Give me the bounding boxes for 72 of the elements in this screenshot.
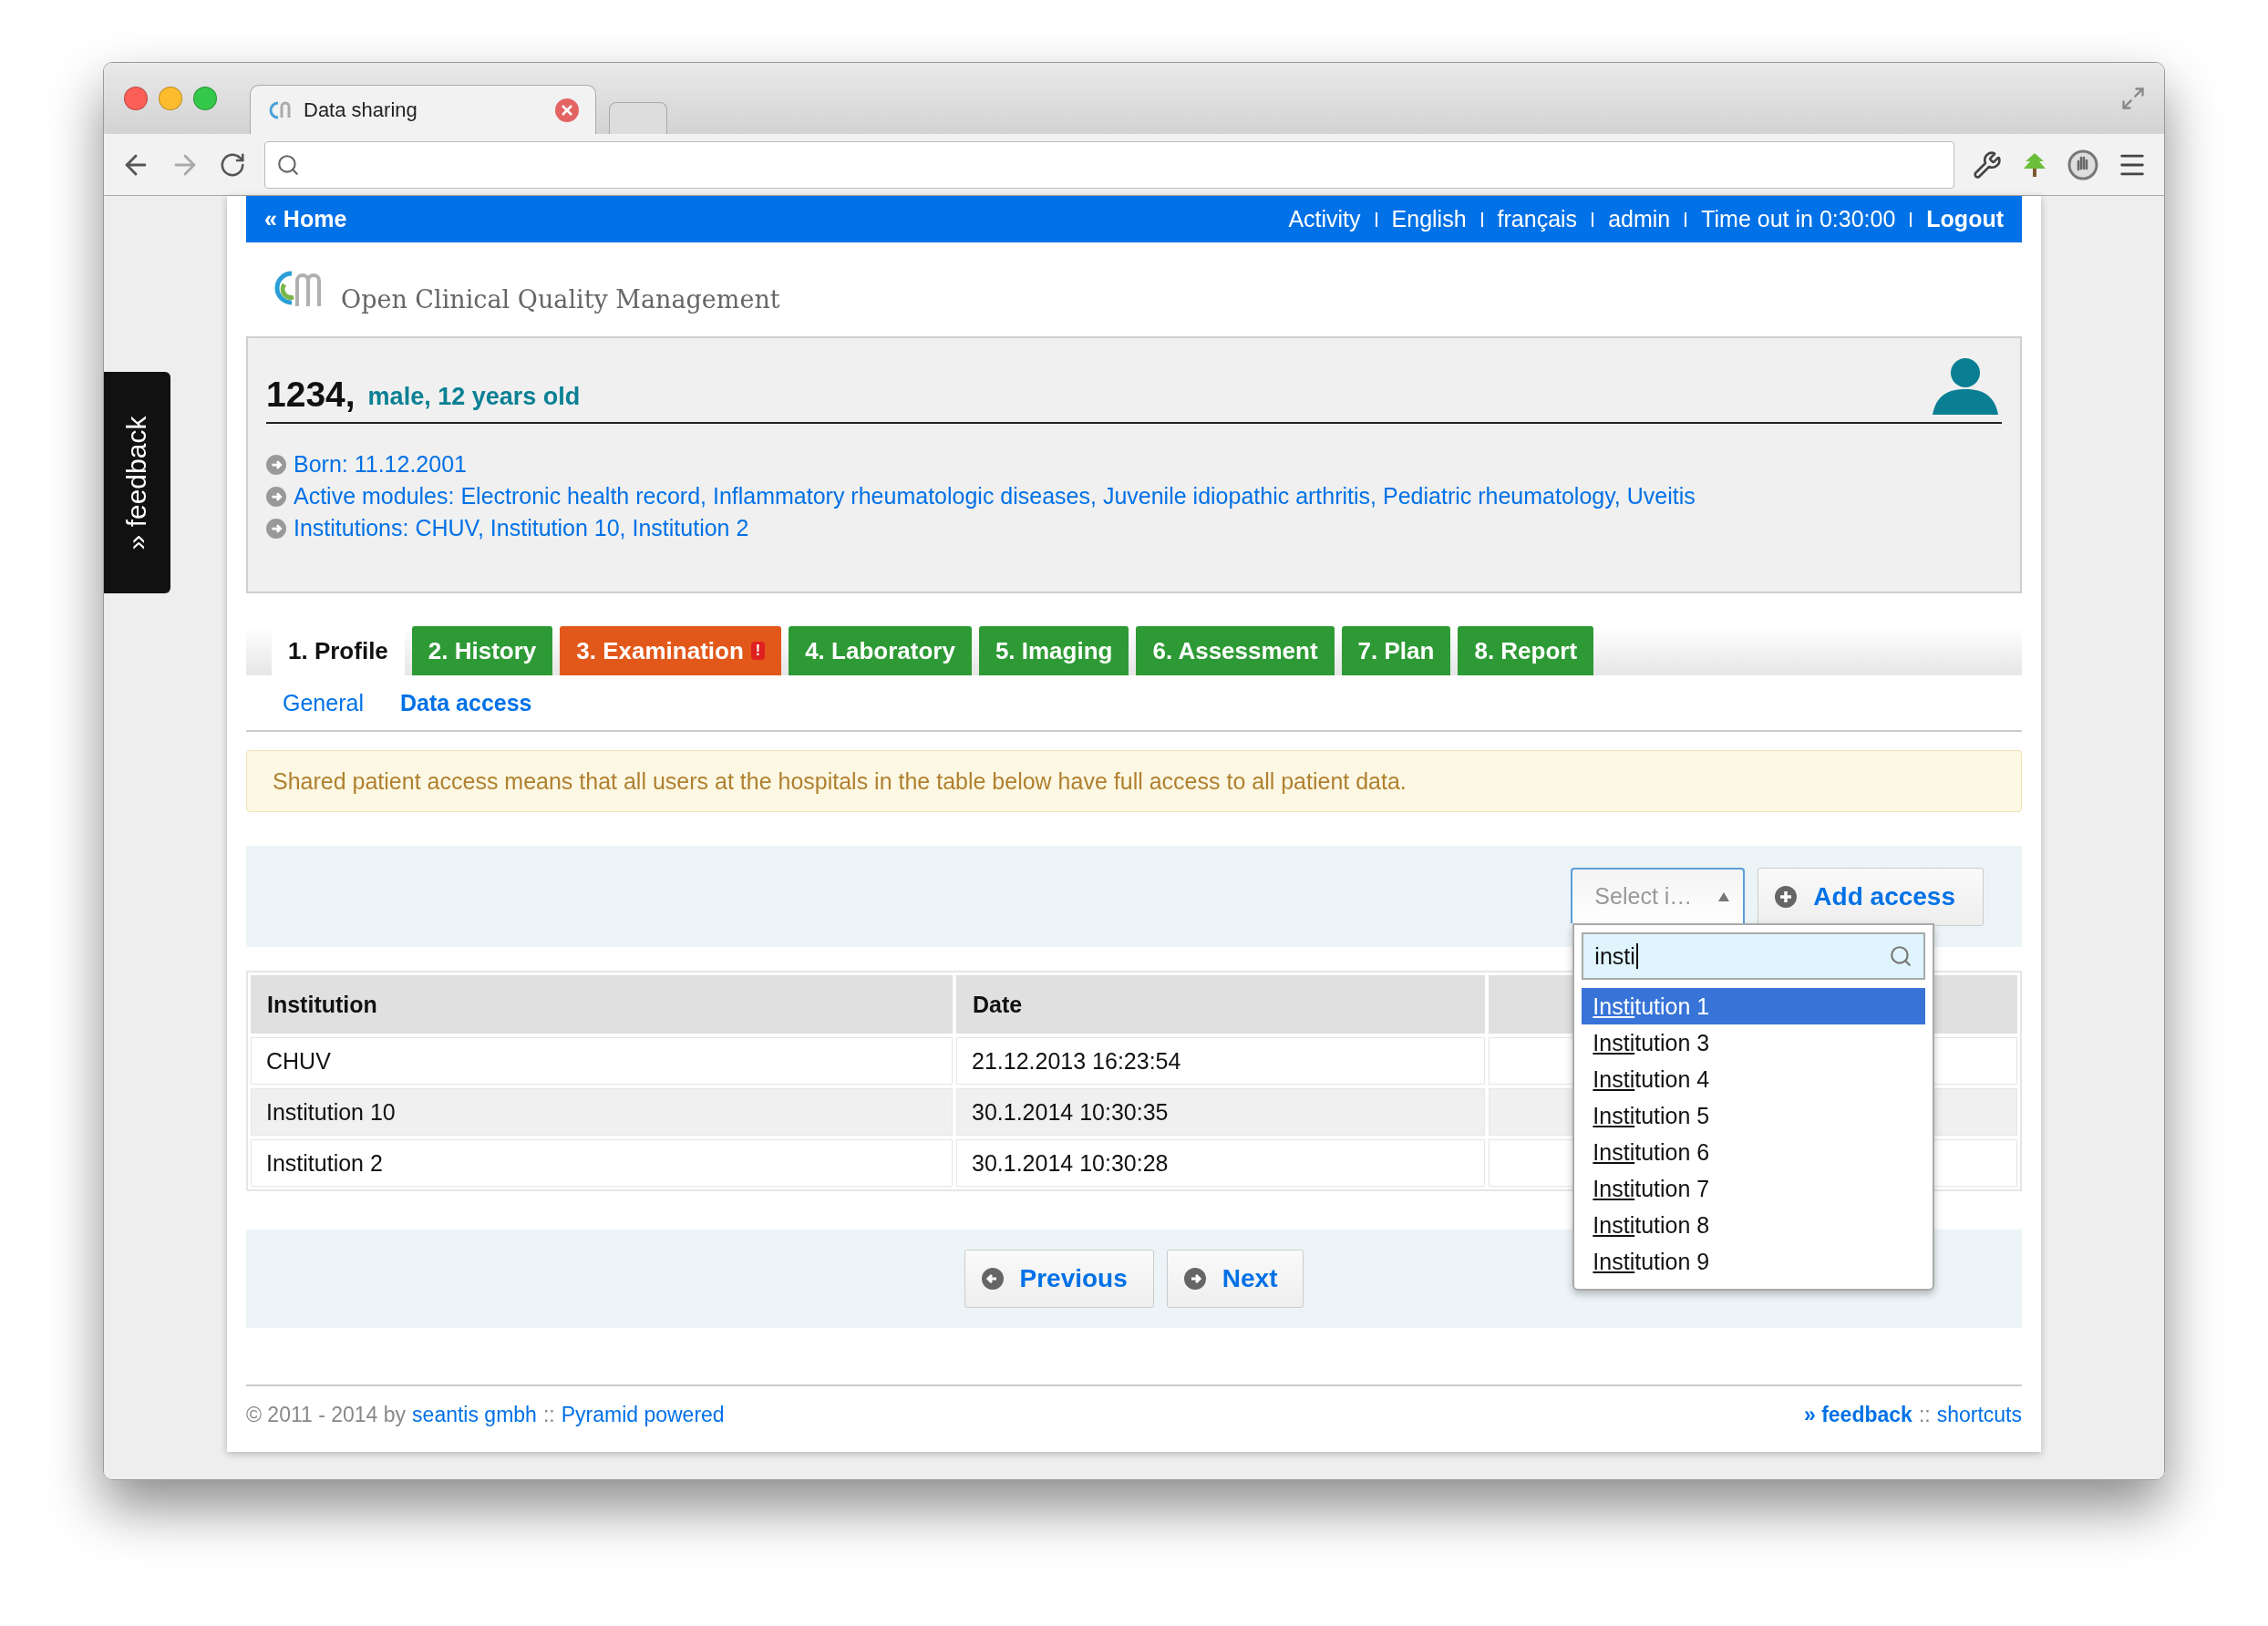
arrow-bullet-icon bbox=[266, 454, 286, 475]
add-access-button[interactable]: Add access bbox=[1758, 868, 1984, 926]
nav-link[interactable]: admin bbox=[1608, 206, 1671, 232]
address-bar[interactable] bbox=[264, 140, 1954, 189]
section-tab[interactable]: 2. History bbox=[411, 626, 553, 675]
fullscreen-icon[interactable] bbox=[2120, 86, 2146, 111]
nav-link[interactable]: English bbox=[1391, 206, 1467, 232]
info-notice: Shared patient access means that all users at the hospitals in the table below have full access to all patient data. bbox=[246, 750, 2022, 812]
column-header: Institution bbox=[251, 975, 953, 1034]
footer-text: © 2011 - 2014 by bbox=[246, 1403, 407, 1427]
institution-select[interactable]: Select i… bbox=[1571, 868, 1746, 923]
feedback-tab[interactable]: » feedback bbox=[104, 372, 170, 593]
table-cell: Institution 10 bbox=[251, 1088, 953, 1136]
footer-link[interactable]: shortcuts bbox=[1936, 1403, 2022, 1427]
patient-detail-link[interactable]: Institutions: CHUV, Institution 10, Institution 2 bbox=[294, 515, 749, 541]
section-tab[interactable]: 6. Assessment bbox=[1136, 626, 1335, 675]
patient-detail-link[interactable]: Active modules: Electronic health record, Inflammatory rheumatologic diseases, Juvenile idiopathic arthritis, Pediatric rheumatology, Uveitis bbox=[294, 483, 1696, 509]
previous-button[interactable]: Previous bbox=[964, 1250, 1154, 1308]
nav-link[interactable]: Activity bbox=[1288, 206, 1361, 232]
table-cell: 30.1.2014 10:30:35 bbox=[956, 1088, 1485, 1136]
nav-link[interactable]: français bbox=[1497, 206, 1578, 232]
arrow-left-circle-icon bbox=[981, 1268, 1004, 1290]
table-cell: 21.12.2013 16:23:54 bbox=[956, 1037, 1485, 1085]
dropdown-option[interactable]: Institution 7 bbox=[1582, 1170, 1926, 1207]
section-tab[interactable]: 7. Plan bbox=[1341, 626, 1451, 675]
dropdown-option[interactable]: Institution 8 bbox=[1582, 1207, 1926, 1243]
app-title: Open Clinical Quality Management bbox=[341, 285, 780, 314]
column-header: Date bbox=[956, 975, 1485, 1034]
timeout-text: Time out in 0:30:00 bbox=[1701, 206, 1896, 232]
arrow-bullet-icon bbox=[266, 486, 286, 507]
dropdown-option[interactable]: Institution 5 bbox=[1582, 1097, 1926, 1134]
logout-link[interactable]: Logout bbox=[1926, 206, 2004, 232]
dropdown-option[interactable]: Institution 1 bbox=[1582, 988, 1926, 1024]
next-button[interactable]: Next bbox=[1166, 1250, 1304, 1308]
footer-text: :: bbox=[542, 1403, 555, 1427]
arrow-right-circle-icon bbox=[1183, 1268, 1206, 1290]
wrench-icon[interactable] bbox=[1973, 149, 2002, 180]
browser-tab[interactable]: Data sharing bbox=[250, 85, 596, 134]
caret-icon bbox=[1717, 890, 1731, 902]
patient-id: 1234, bbox=[266, 375, 356, 415]
search-icon bbox=[1889, 944, 1913, 968]
window-control-icon[interactable] bbox=[124, 87, 148, 110]
warning-badge: ! bbox=[750, 642, 766, 660]
search-icon bbox=[276, 152, 300, 177]
section-tab[interactable]: 5. Imaging bbox=[978, 626, 1129, 675]
subtab-link[interactable]: Data access bbox=[399, 689, 532, 716]
subtab-link[interactable]: General bbox=[283, 689, 364, 716]
section-tab[interactable]: 8. Report bbox=[1458, 626, 1594, 675]
window-control-icon[interactable] bbox=[193, 87, 217, 110]
table-cell: 30.1.2014 10:30:28 bbox=[956, 1139, 1485, 1187]
footer-text: :: bbox=[1918, 1403, 1931, 1427]
footer-link[interactable]: seantis gmbh bbox=[412, 1403, 537, 1427]
plus-circle-icon bbox=[1775, 886, 1798, 908]
tab-title: Data sharing bbox=[304, 98, 418, 122]
arrow-bullet-icon bbox=[266, 518, 286, 539]
dropdown-option[interactable]: Institution 6 bbox=[1582, 1134, 1926, 1170]
dropdown-option[interactable]: Institution 3 bbox=[1582, 1024, 1926, 1061]
footer-link[interactable]: Pyramid powered bbox=[561, 1403, 725, 1427]
search-field[interactable]: insti bbox=[1582, 932, 1926, 980]
close-tab-icon[interactable] bbox=[555, 98, 579, 122]
section-tab[interactable]: 4. Laboratory bbox=[789, 626, 972, 675]
patient-summary: male, 12 years old bbox=[367, 383, 582, 411]
table-cell: CHUV bbox=[251, 1037, 953, 1085]
dropdown-option[interactable]: Institution 4 bbox=[1582, 1061, 1926, 1097]
home-link[interactable]: « Home bbox=[264, 206, 347, 232]
hand-icon[interactable] bbox=[2067, 149, 2098, 180]
dropdown-option[interactable]: Institution 9 bbox=[1582, 1243, 1926, 1280]
table-cell: Institution 2 bbox=[251, 1139, 953, 1187]
section-tab[interactable]: 3. Examination ! bbox=[560, 626, 782, 675]
patient-detail-link[interactable]: Born: 11.12.2001 bbox=[294, 451, 467, 478]
window-control-icon[interactable] bbox=[159, 87, 182, 110]
footer-link[interactable]: » feedback bbox=[1804, 1403, 1912, 1427]
